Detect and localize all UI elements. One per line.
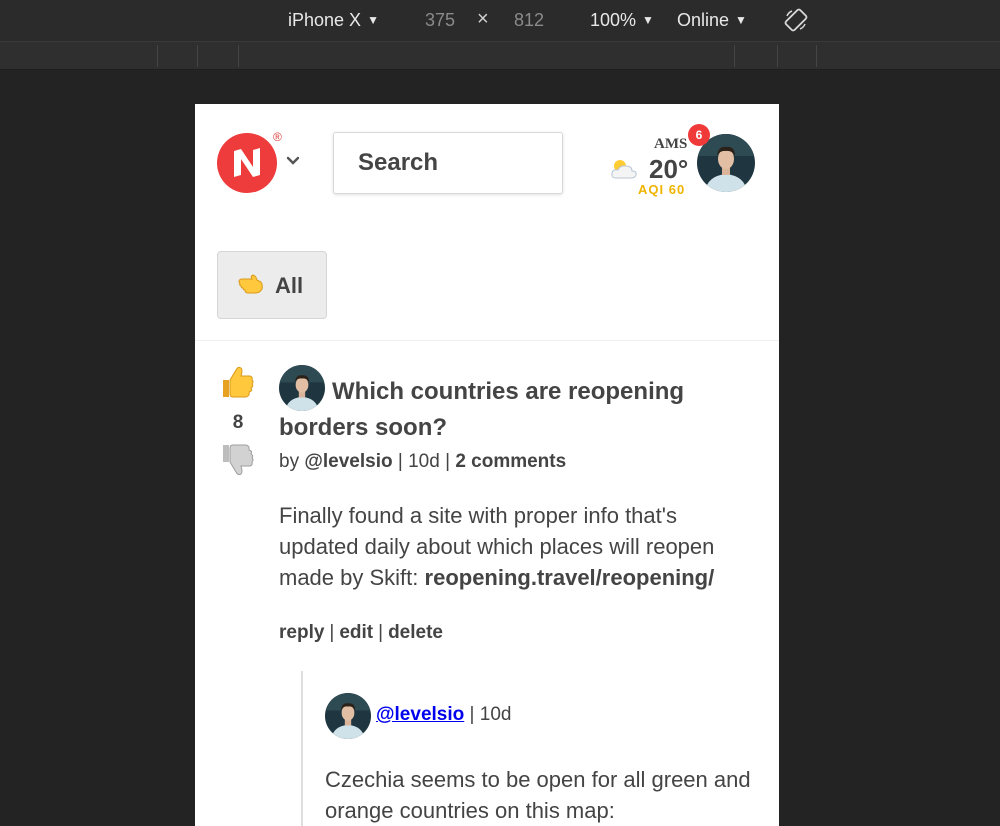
reply-author-name: @levelsio <box>376 704 465 725</box>
author-name: @levelsio <box>304 451 393 472</box>
thumbs-up-icon[interactable] <box>219 364 255 400</box>
zoom-select[interactable]: 100% ▼ <box>590 10 654 31</box>
device-label: iPhone X <box>288 10 362 30</box>
reply-thread-line <box>301 671 303 826</box>
width-input[interactable]: 375 <box>425 10 455 31</box>
device-select[interactable]: iPhone X ▼ <box>288 10 379 31</box>
media-query-bar[interactable] <box>0 42 1000 70</box>
media-query-marker <box>816 45 817 67</box>
height-input[interactable]: 812 <box>514 10 544 31</box>
media-query-marker <box>777 45 778 67</box>
by-label: by <box>279 451 300 472</box>
registered-mark: ® <box>273 130 282 144</box>
action-separator: | <box>378 622 384 643</box>
media-query-marker <box>238 45 239 67</box>
comments-link[interactable]: 2 comments <box>455 451 566 472</box>
reply-age: 10d <box>479 704 512 725</box>
air-quality-index: AQI 60 <box>638 182 686 197</box>
meta-separator: | <box>469 704 475 725</box>
partly-cloudy-icon <box>611 160 637 179</box>
action-separator: | <box>329 622 335 643</box>
network-label: Online <box>677 10 730 30</box>
post-actions: reply | edit | delete <box>279 622 443 644</box>
filter-label: All <box>275 273 304 298</box>
reopening-link-text: reopening.travel/reopening/ <box>424 565 715 590</box>
nomad-list-logo[interactable] <box>217 133 277 193</box>
zoom-label: 100% <box>590 10 637 30</box>
media-query-marker <box>197 45 198 67</box>
comments-count: 2 comments <box>455 451 567 472</box>
rotate-icon[interactable] <box>784 8 808 32</box>
device-viewport: ® AMS 20° AQI 60 6 All 8 <box>195 104 779 826</box>
delete-button[interactable]: delete <box>388 622 443 643</box>
weather-temperature: 20° <box>649 154 689 184</box>
thumbs-down-icon[interactable] <box>219 442 255 478</box>
reply-author-avatar[interactable] <box>325 693 371 739</box>
chevron-down-icon: ▼ <box>735 13 747 27</box>
notification-badge[interactable]: 6 <box>688 124 710 146</box>
vote-count: 8 <box>232 412 244 433</box>
search-box[interactable] <box>333 132 563 194</box>
pointing-hand-icon <box>238 274 263 294</box>
meta-separator: | <box>397 451 403 472</box>
reply-author-link[interactable]: @levelsio <box>376 704 464 725</box>
network-throttle-select[interactable]: Online ▼ <box>677 10 747 31</box>
filter-all-button[interactable]: All <box>217 251 327 319</box>
dimension-separator: × <box>477 8 489 30</box>
search-input[interactable] <box>334 133 562 193</box>
chevron-down-icon: ▼ <box>642 13 654 27</box>
post-meta: by @levelsio | 10d | 2 comments <box>279 451 566 473</box>
post-body: Finally found a site with proper info th… <box>279 500 759 593</box>
reply-body: Czechia seems to be open for all green a… <box>325 767 751 823</box>
chevron-down-icon: ▼ <box>367 13 379 27</box>
media-query-marker <box>734 45 735 67</box>
weather-city: AMS <box>654 136 688 152</box>
reply-button[interactable]: reply <box>279 622 324 643</box>
reply-meta: @levelsio | 10d <box>376 704 511 726</box>
media-query-marker <box>157 45 158 67</box>
meta-separator: | <box>445 451 451 472</box>
section-divider <box>195 340 779 341</box>
vote-column: 8 <box>219 364 257 478</box>
post-title[interactable]: Which countries are reopening borders so… <box>279 374 739 446</box>
avatar-image <box>325 693 371 739</box>
devtools-device-toolbar: iPhone X ▼ 375 × 812 100% ▼ Online ▼ <box>0 0 1000 42</box>
chevron-down-icon[interactable] <box>286 156 300 166</box>
edit-button[interactable]: edit <box>339 622 373 643</box>
post-age: 10d <box>408 451 440 472</box>
logo-mark-icon <box>234 148 260 177</box>
reopening-link[interactable]: reopening.travel/reopening/ <box>425 565 715 590</box>
author-link[interactable]: @levelsio <box>304 451 392 472</box>
